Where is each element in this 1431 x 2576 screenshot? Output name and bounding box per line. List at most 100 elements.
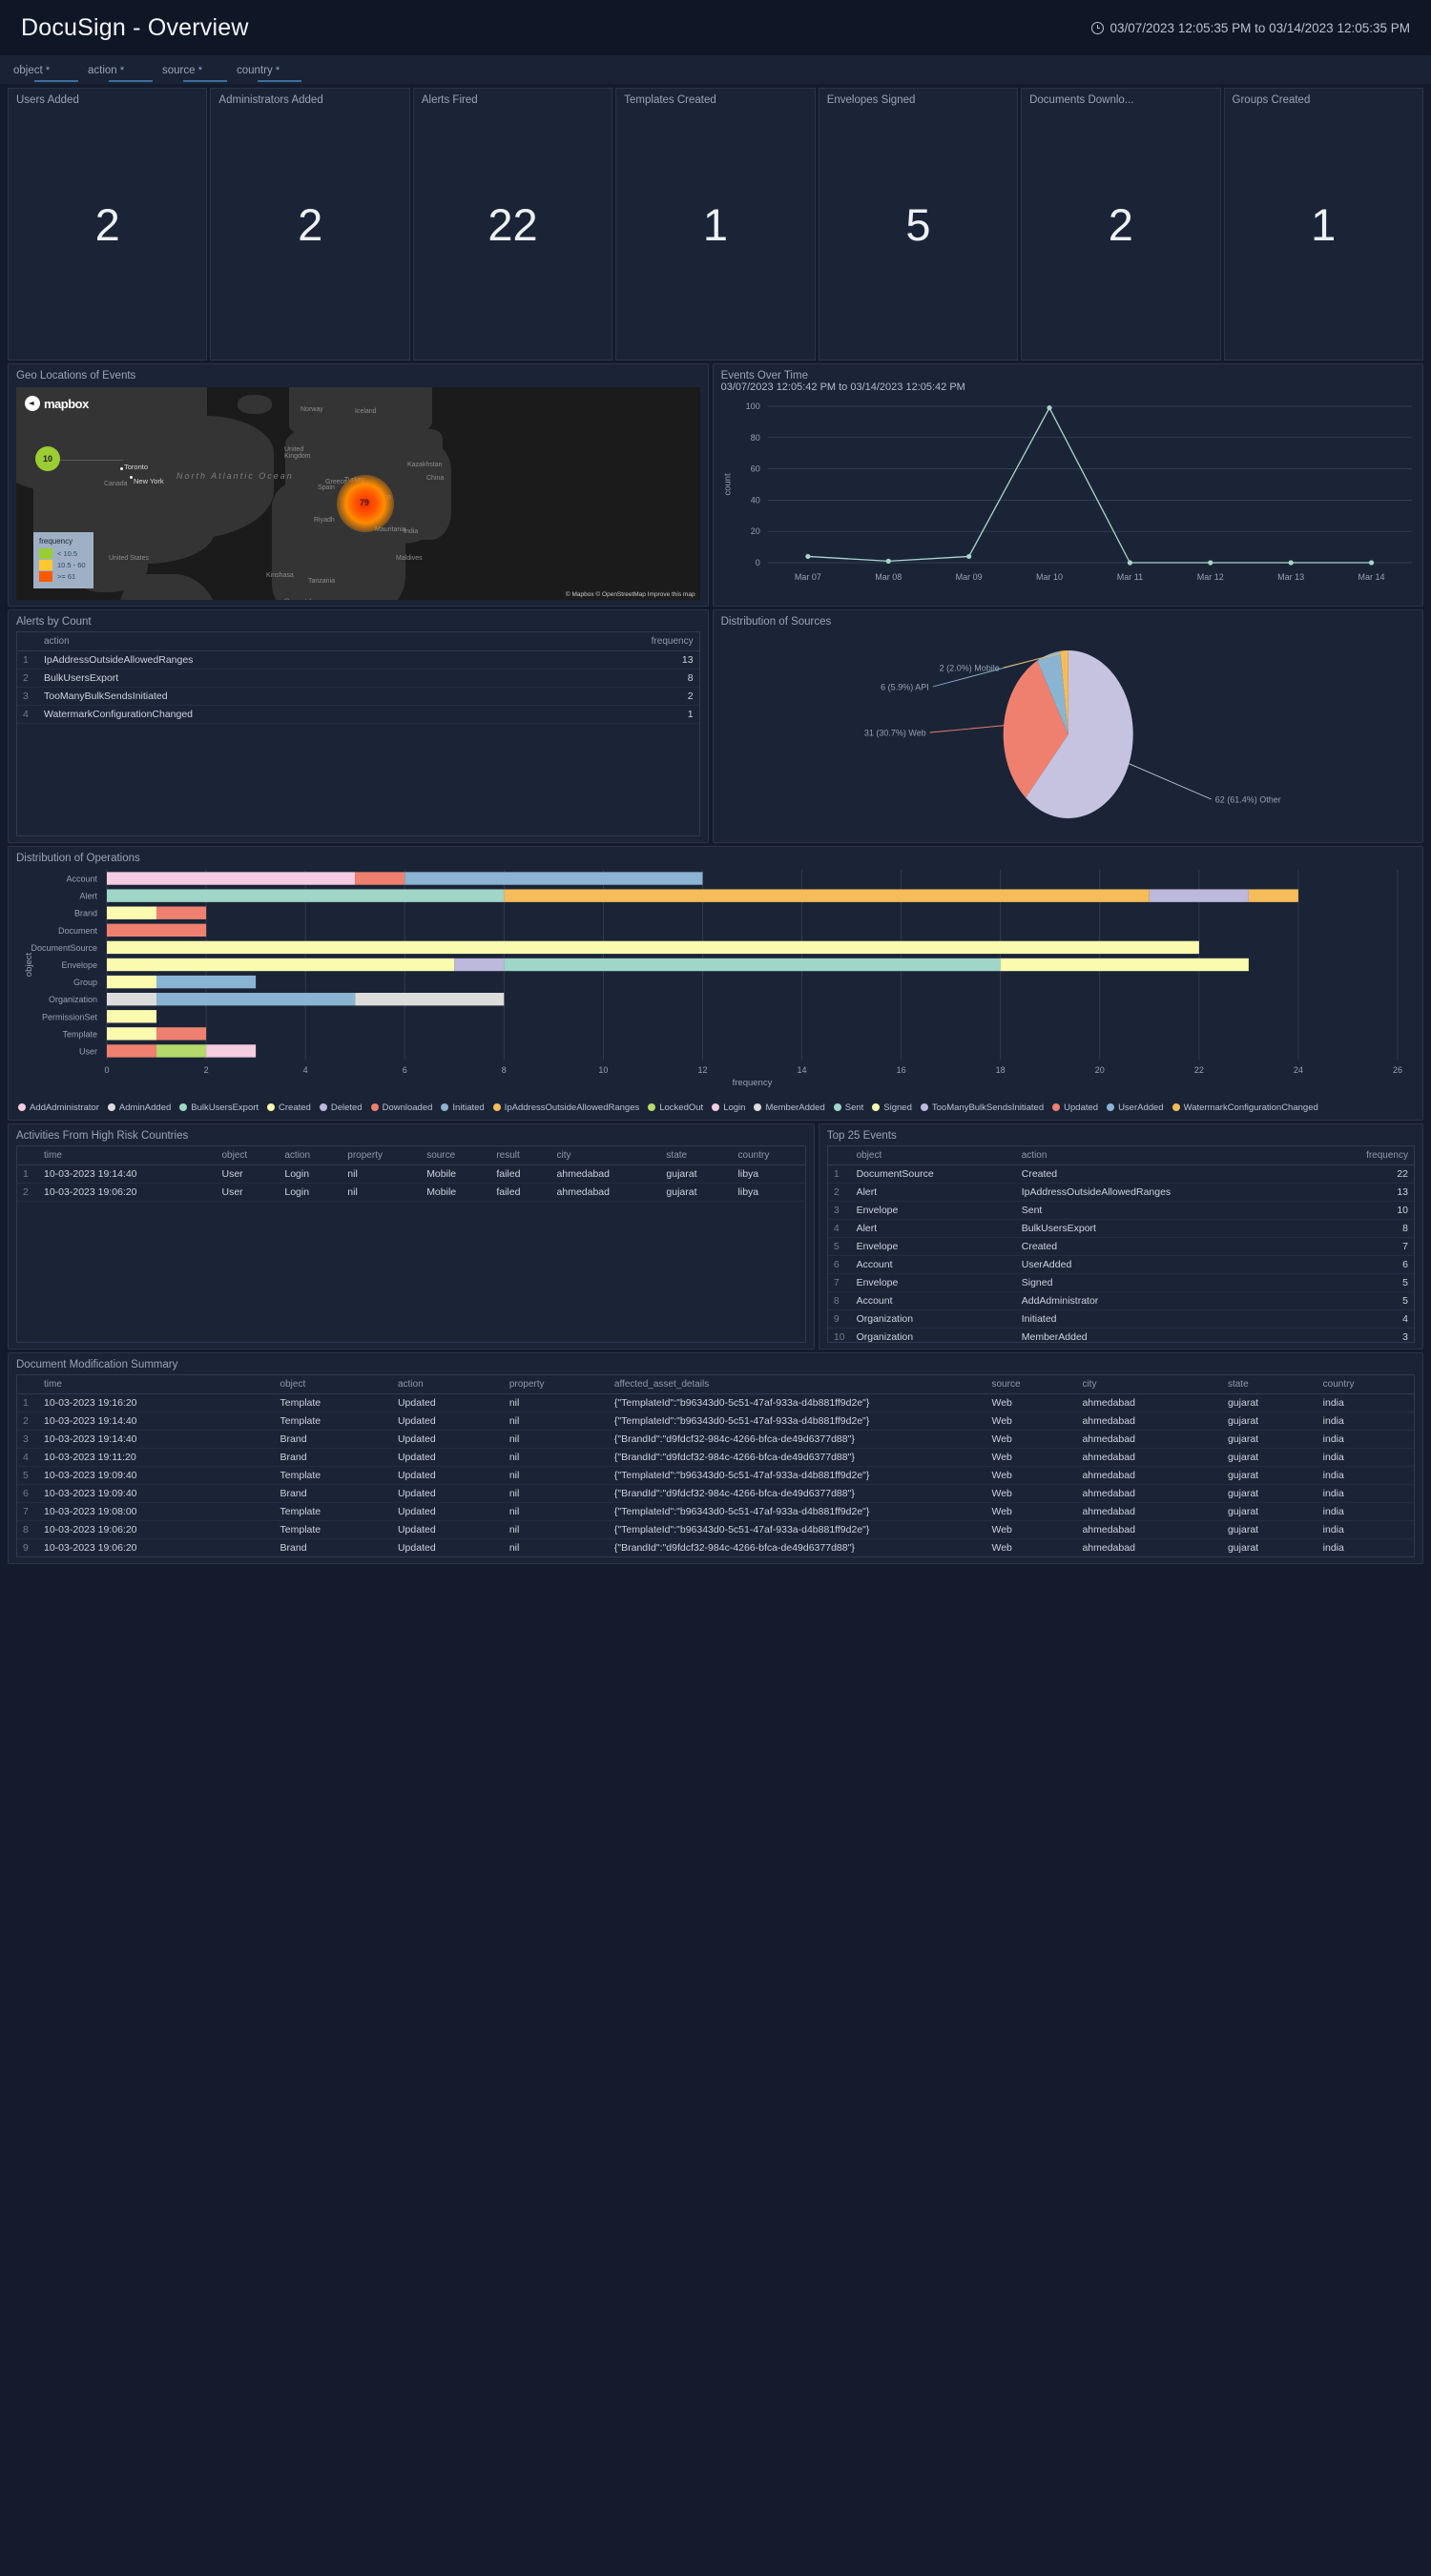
kpi-tile[interactable]: Envelopes Signed 5 bbox=[818, 88, 1019, 361]
kpi-tile[interactable]: Users Added 2 bbox=[8, 88, 208, 361]
table-row[interactable]: 7 10-03-2023 19:08:00 Template Updated nil {"… bbox=[17, 1502, 1414, 1521]
table-row[interactable]: 2 10-03-2023 19:14:40 Template Updated nil {"… bbox=[17, 1412, 1414, 1431]
legend-item[interactable]: LockedOut bbox=[648, 1101, 703, 1115]
table-row[interactable]: 1 DocumentSource Created 22 bbox=[827, 1164, 1414, 1184]
column-header[interactable] bbox=[827, 1146, 851, 1165]
legend-item[interactable]: Downloaded bbox=[370, 1101, 432, 1115]
column-header[interactable]: time bbox=[38, 1375, 275, 1394]
legend-item[interactable]: UserAdded bbox=[1107, 1101, 1164, 1115]
column-header[interactable]: time bbox=[38, 1146, 217, 1165]
table-row[interactable]: 2 10-03-2023 19:06:20 User Login nil Mobile fa… bbox=[17, 1183, 805, 1202]
alerts-table-wrapper[interactable]: action frequency 1 IpAddressOutsideAllowed… bbox=[16, 631, 700, 836]
table-row[interactable]: 1 10-03-2023 19:16:20 Template Updated nil {"… bbox=[17, 1393, 1414, 1412]
legend-item[interactable]: AdminAdded bbox=[107, 1101, 171, 1115]
cell-object: Template bbox=[274, 1393, 392, 1412]
cell-property: nil bbox=[503, 1502, 609, 1521]
kpi-tile[interactable]: Groups Created 1 bbox=[1223, 88, 1423, 361]
column-header[interactable]: source bbox=[985, 1375, 1077, 1394]
map-attribution[interactable]: © Mapbox © OpenStreetMap Improve this ma… bbox=[562, 590, 698, 599]
map-canvas[interactable]: mapbox Iceland Canada United States Mexi… bbox=[16, 387, 700, 600]
table-row[interactable]: 7 Envelope Signed 5 bbox=[827, 1273, 1414, 1292]
table-row[interactable]: 1 IpAddressOutsideAllowedRanges 13 bbox=[17, 650, 699, 670]
legend-item[interactable]: AddAdministrator bbox=[18, 1101, 99, 1115]
column-header[interactable]: object bbox=[274, 1375, 392, 1394]
legend-item[interactable]: Deleted bbox=[319, 1101, 363, 1115]
table-row[interactable]: 4 Alert BulkUsersExport 8 bbox=[827, 1219, 1414, 1238]
column-header[interactable]: frequency bbox=[1314, 1146, 1414, 1165]
legend-item[interactable]: IpAddressOutsideAllowedRanges bbox=[492, 1101, 639, 1115]
table-row[interactable]: 3 Envelope Sent 10 bbox=[827, 1201, 1414, 1220]
column-header[interactable]: result bbox=[490, 1146, 551, 1165]
svg-text:40: 40 bbox=[750, 495, 759, 505]
table-row[interactable]: 9 10-03-2023 19:06:20 Brand Updated nil {"Bra… bbox=[17, 1538, 1414, 1556]
table-row[interactable]: 1 10-03-2023 19:14:40 User Login nil Mobile fa… bbox=[17, 1164, 805, 1184]
column-header[interactable] bbox=[17, 1375, 38, 1394]
legend-item[interactable]: Login bbox=[712, 1101, 745, 1115]
table-row[interactable]: 3 10-03-2023 19:14:40 Brand Updated nil {"Bra… bbox=[17, 1430, 1414, 1449]
svg-text:20: 20 bbox=[1095, 1065, 1105, 1075]
column-header[interactable]: object bbox=[216, 1146, 280, 1165]
column-header[interactable] bbox=[17, 632, 38, 651]
table-row[interactable]: 2 Alert IpAddressOutsideAllowedRanges 13 bbox=[827, 1183, 1414, 1202]
table-row[interactable]: 8 Account AddAdministrator 5 bbox=[827, 1291, 1414, 1310]
time-range-picker[interactable]: 03/07/2023 12:05:35 PM to 03/14/2023 12:… bbox=[1090, 21, 1410, 35]
map-city-label: Toronto bbox=[124, 463, 149, 471]
legend-item[interactable]: Updated bbox=[1052, 1101, 1098, 1115]
map-marker-cluster[interactable]: 10 bbox=[35, 446, 60, 471]
legend-label: MemberAdded bbox=[765, 1102, 825, 1113]
svg-text:Group: Group bbox=[73, 978, 97, 987]
cell-object: Template bbox=[274, 1502, 392, 1521]
legend-item[interactable]: MemberAdded bbox=[754, 1101, 825, 1115]
column-header[interactable]: country bbox=[732, 1146, 805, 1165]
legend-item[interactable]: WatermarkConfigurationChanged bbox=[1172, 1101, 1318, 1115]
table-row[interactable]: 3 TooManyBulkSendsInitiated 2 bbox=[17, 687, 699, 706]
table-row[interactable]: 6 Account UserAdded 6 bbox=[827, 1255, 1414, 1274]
docmod-table-wrapper[interactable]: time object action property affected_asset_d… bbox=[16, 1374, 1415, 1557]
column-header[interactable]: action bbox=[279, 1146, 342, 1165]
column-header[interactable]: action bbox=[1015, 1146, 1315, 1165]
table-row[interactable]: 2 BulkUsersExport 8 bbox=[17, 669, 699, 688]
table-row[interactable]: 10 Organization MemberAdded 3 bbox=[827, 1328, 1414, 1342]
column-header[interactable]: frequency bbox=[533, 632, 699, 651]
cell-country: libya bbox=[732, 1164, 805, 1184]
legend-item[interactable]: TooManyBulkSendsInitiated bbox=[920, 1101, 1044, 1115]
map-marker-heat[interactable]: 79 bbox=[352, 492, 377, 513]
table-row[interactable]: 6 10-03-2023 19:09:40 Brand Updated nil {"Bra… bbox=[17, 1484, 1414, 1503]
cell-frequency: 13 bbox=[1314, 1183, 1414, 1202]
filter-object[interactable]: object * bbox=[8, 61, 82, 82]
kpi-tile[interactable]: Templates Created 1 bbox=[615, 88, 816, 361]
table-row[interactable]: 5 10-03-2023 19:09:40 Template Updated nil {"… bbox=[17, 1466, 1414, 1485]
legend-item[interactable]: Initiated bbox=[441, 1101, 485, 1115]
kpi-tile[interactable]: Alerts Fired 22 bbox=[412, 88, 613, 361]
filter-action[interactable]: action * bbox=[82, 61, 156, 82]
high-risk-table-wrapper[interactable]: time object action property source result city… bbox=[16, 1145, 806, 1343]
column-header[interactable]: action bbox=[391, 1375, 504, 1394]
column-header[interactable] bbox=[17, 1146, 38, 1165]
column-header[interactable]: property bbox=[342, 1146, 422, 1165]
filter-country[interactable]: country * bbox=[231, 61, 305, 82]
table-row[interactable]: 4 10-03-2023 19:11:20 Brand Updated nil {"Bra… bbox=[17, 1448, 1414, 1467]
legend-item[interactable]: Created bbox=[267, 1101, 311, 1115]
table-row[interactable]: 8 10-03-2023 19:06:20 Template Updated nil {"… bbox=[17, 1520, 1414, 1539]
table-row[interactable]: 9 Organization Initiated 4 bbox=[827, 1309, 1414, 1329]
column-header[interactable]: object bbox=[850, 1146, 1016, 1165]
table-row[interactable]: 5 Envelope Created 7 bbox=[827, 1237, 1414, 1256]
table-row[interactable]: 4 WatermarkConfigurationChanged 1 bbox=[17, 705, 699, 724]
column-header[interactable]: state bbox=[660, 1146, 733, 1165]
column-header[interactable]: city bbox=[550, 1146, 661, 1165]
kpi-tile[interactable]: Administrators Added 2 bbox=[210, 88, 410, 361]
column-header[interactable]: country bbox=[1317, 1375, 1414, 1394]
column-header[interactable]: action bbox=[38, 632, 534, 651]
legend-item[interactable]: Sent bbox=[833, 1101, 863, 1115]
column-header[interactable]: property bbox=[503, 1375, 609, 1394]
kpi-tile[interactable]: Documents Downlo... 2 bbox=[1021, 88, 1221, 361]
column-header[interactable]: city bbox=[1076, 1375, 1222, 1394]
column-header[interactable]: state bbox=[1221, 1375, 1317, 1394]
column-header[interactable]: source bbox=[421, 1146, 491, 1165]
top25-table-wrapper[interactable]: object action frequency 1 DocumentSource Cre… bbox=[826, 1145, 1415, 1343]
filter-source[interactable]: source * bbox=[156, 61, 231, 82]
column-header[interactable]: affected_asset_details bbox=[608, 1375, 986, 1394]
legend-item[interactable]: Signed bbox=[872, 1101, 912, 1115]
legend-item[interactable]: BulkUsersExport bbox=[179, 1101, 259, 1115]
filter-label: source * bbox=[162, 65, 202, 76]
